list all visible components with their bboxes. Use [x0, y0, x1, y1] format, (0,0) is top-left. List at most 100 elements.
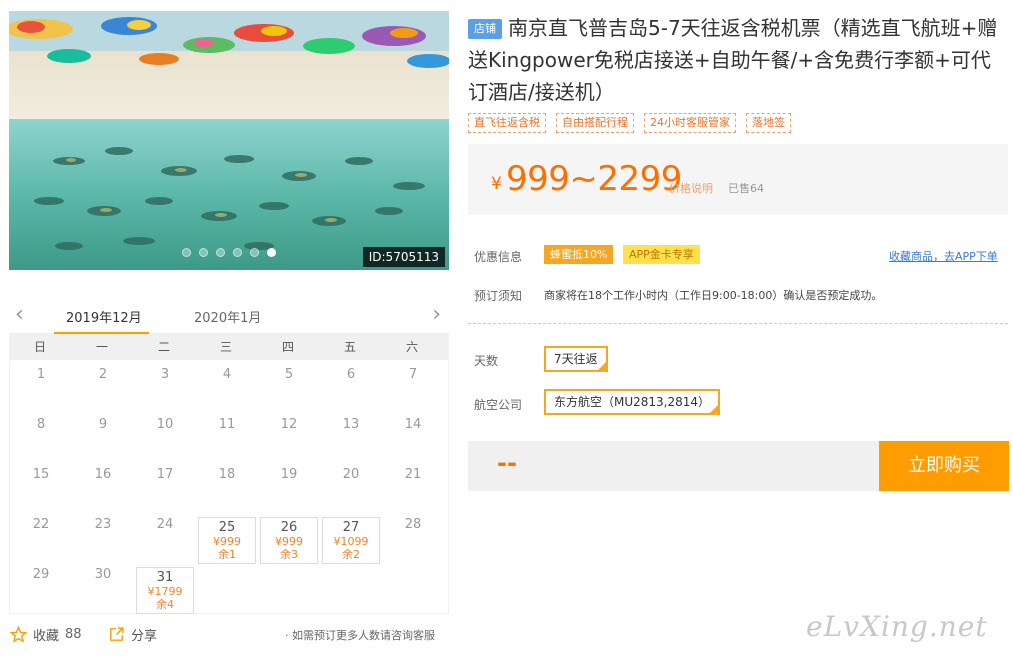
- calendar-day-available[interactable]: 31 ¥1799 余4: [136, 567, 194, 614]
- carousel-dot[interactable]: [216, 248, 225, 257]
- group-booking-note: · 如需预订更多人数请咨询客服: [285, 629, 435, 642]
- calendar-day-available[interactable]: 25 ¥999 余1: [198, 517, 256, 564]
- section-divider: [468, 323, 1008, 324]
- day-number: 15: [32, 467, 50, 482]
- day-number: 13: [342, 417, 360, 432]
- weekday-header-cell: 四: [281, 340, 294, 354]
- share-button[interactable]: 分享: [108, 625, 157, 644]
- day-number: 24: [156, 517, 174, 532]
- calendar-day: 12: [260, 417, 318, 464]
- booking-notice-text: 商家将在18个工作小时内（工作日9:00-18:00）确认是否预定成功。: [544, 289, 883, 302]
- calendar-day: 17: [136, 467, 194, 514]
- calendar-day: 8: [12, 417, 70, 464]
- day-number: 3: [160, 367, 170, 382]
- selected-check-icon: [709, 404, 720, 427]
- days-option-value: 7天往返: [554, 352, 598, 366]
- feature-tag: 直飞往返含税: [468, 113, 546, 133]
- day-number: 28: [404, 517, 422, 532]
- buy-now-button[interactable]: 立即购买: [879, 441, 1009, 491]
- app-order-link[interactable]: 收藏商品，去APP下单: [889, 248, 998, 264]
- carousel-dot[interactable]: [182, 248, 191, 257]
- calendar-day: 10: [136, 417, 194, 464]
- beach-photo: [9, 11, 449, 270]
- day-number: 11: [218, 417, 236, 432]
- day-remaining: 余2: [342, 548, 360, 561]
- day-number: 14: [404, 417, 422, 432]
- day-number: 22: [32, 517, 50, 532]
- day-number: 9: [98, 417, 108, 432]
- month-tab-current[interactable]: 2019年12月: [66, 307, 142, 326]
- day-number: 10: [156, 417, 174, 432]
- day-number: 29: [32, 567, 50, 582]
- day-price: ¥999: [213, 535, 241, 548]
- image-id-label: ID:5705113: [362, 247, 445, 267]
- calendar-day: 3: [136, 367, 194, 414]
- calendar-day: 22: [12, 517, 70, 564]
- calendar-day: 23: [74, 517, 132, 564]
- day-number: 31: [156, 570, 174, 585]
- favorite-button[interactable]: 收藏 88: [10, 625, 82, 644]
- total-price: --: [497, 449, 517, 477]
- next-month-arrow-icon[interactable]: ›: [432, 304, 441, 326]
- share-icon: [110, 627, 124, 641]
- day-number: 25: [218, 520, 236, 535]
- feature-tag: 自由搭配行程: [556, 113, 634, 133]
- day-number: 2: [98, 367, 108, 382]
- sold-count: 已售64: [728, 182, 764, 195]
- calendar-day: 11: [198, 417, 256, 464]
- day-number: 19: [280, 467, 298, 482]
- calendar-day: 19: [260, 467, 318, 514]
- carousel-dot[interactable]: [250, 248, 259, 257]
- airline-option-value: 东方航空（MU2813,2814）: [554, 395, 711, 409]
- calendar-month-nav: ‹ 2019年12月 2020年1月 ›: [9, 298, 449, 334]
- weekday-header-cell: 三: [219, 340, 232, 354]
- days-option-selected[interactable]: 7天往返: [544, 346, 608, 384]
- calendar-day: 9: [74, 417, 132, 464]
- weekday-header-cell: 五: [343, 340, 356, 354]
- day-number: 18: [218, 467, 236, 482]
- watermark: eLvXing.net: [806, 610, 988, 643]
- day-number: 17: [156, 467, 174, 482]
- day-number: 26: [280, 520, 298, 535]
- day-number: 27: [342, 520, 360, 535]
- day-number: 4: [222, 367, 232, 382]
- calendar-day: 18: [198, 467, 256, 514]
- favorite-label: 收藏: [33, 629, 60, 644]
- calendar-day: 24: [136, 517, 194, 564]
- weekday-header-cell: 一: [95, 340, 108, 354]
- day-number: 16: [94, 467, 112, 482]
- month-tab-next[interactable]: 2020年1月: [194, 307, 261, 326]
- day-number: 6: [346, 367, 356, 382]
- calendar-day: 28: [384, 517, 442, 564]
- airline-option-selected[interactable]: 东方航空（MU2813,2814）: [544, 389, 721, 427]
- feature-tag: 24小时客服管家: [644, 113, 736, 133]
- calendar-day: 5: [260, 367, 318, 414]
- offers-label: 优惠信息: [474, 250, 523, 264]
- day-number: 5: [284, 367, 294, 382]
- calendar-day: 4: [198, 367, 256, 414]
- calendar-day-available[interactable]: 27 ¥1099 余2: [322, 517, 380, 564]
- calendar-grid: 1 2 3 4 5 6 7 8 9 10 11 12 13 14 15 16 17 18 19 20 21 22 23 24 2…: [9, 361, 449, 614]
- day-number: 7: [408, 367, 418, 382]
- feature-tag: 落地签: [746, 113, 791, 133]
- prev-month-arrow-icon[interactable]: ‹: [15, 304, 24, 326]
- calendar-day: 30: [74, 567, 132, 614]
- carousel-dot-active[interactable]: [267, 248, 276, 257]
- price-explain-link[interactable]: 价格说明: [669, 180, 713, 196]
- product-image[interactable]: ID:5705113: [9, 11, 449, 270]
- calendar-day: 1: [12, 367, 70, 414]
- day-price: ¥1799: [147, 585, 183, 598]
- airline-label: 航空公司: [474, 398, 523, 412]
- calendar-weekday-header: 日一二三四五六: [9, 334, 449, 360]
- calendar-day: 7: [384, 367, 442, 414]
- day-remaining: 余1: [218, 548, 236, 561]
- weekday-header-cell: 日: [33, 340, 46, 354]
- booking-notice-label: 预订须知: [474, 289, 523, 303]
- calendar-day-available[interactable]: 26 ¥999 余3: [260, 517, 318, 564]
- carousel-dot[interactable]: [233, 248, 242, 257]
- carousel-dot[interactable]: [199, 248, 208, 257]
- product-title: 南京直飞普吉岛5-7天往返含税机票（精选直飞航班+赠送Kingpower免税店接…: [468, 16, 998, 104]
- day-number: 21: [404, 467, 422, 482]
- shop-tag[interactable]: 店铺: [468, 19, 502, 39]
- calendar-day: 21: [384, 467, 442, 514]
